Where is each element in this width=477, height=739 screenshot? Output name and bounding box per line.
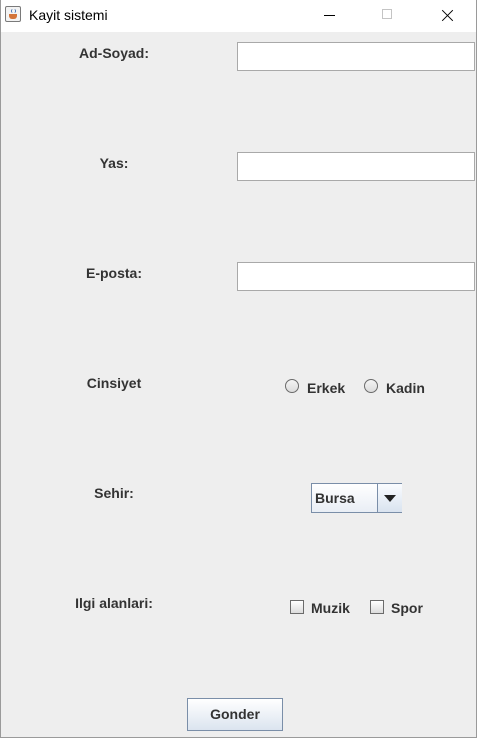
age-label: Yas: bbox=[99, 155, 129, 171]
title-bar: Kayit sistemi bbox=[1, 0, 476, 32]
radio-erkek-label[interactable]: Erkek bbox=[307, 380, 345, 396]
maximize-button[interactable] bbox=[359, 0, 415, 32]
submit-button[interactable]: Gonder bbox=[187, 698, 283, 731]
checkbox-muzik[interactable] bbox=[290, 600, 304, 614]
city-selected-value: Bursa bbox=[315, 490, 355, 506]
radio-erkek[interactable] bbox=[285, 379, 299, 393]
interests-label: Ilgi alanlari: bbox=[75, 595, 153, 611]
minimize-button[interactable] bbox=[302, 0, 358, 32]
city-dropdown-button[interactable] bbox=[377, 484, 402, 512]
chevron-down-icon bbox=[384, 495, 396, 502]
close-button[interactable] bbox=[420, 0, 476, 32]
radio-kadin[interactable] bbox=[364, 379, 378, 393]
email-input[interactable] bbox=[237, 262, 475, 291]
checkbox-spor-label[interactable]: Spor bbox=[391, 600, 423, 616]
city-label: Sehir: bbox=[94, 485, 134, 501]
gender-label: Cinsiyet bbox=[86, 375, 142, 391]
checkbox-muzik-label[interactable]: Muzik bbox=[311, 600, 350, 616]
name-input[interactable] bbox=[237, 42, 475, 71]
email-label: E-posta: bbox=[86, 265, 142, 281]
checkbox-spor[interactable] bbox=[370, 600, 384, 614]
city-combobox[interactable]: Bursa bbox=[311, 483, 402, 513]
radio-kadin-label[interactable]: Kadin bbox=[386, 380, 425, 396]
java-cup-icon bbox=[5, 6, 21, 22]
window-title: Kayit sistemi bbox=[29, 7, 108, 23]
app-window: Kayit sistemi Ad-Soyad: Yas: E-posta: Ci… bbox=[0, 0, 477, 738]
age-input[interactable] bbox=[237, 152, 475, 181]
name-label: Ad-Soyad: bbox=[79, 45, 149, 61]
